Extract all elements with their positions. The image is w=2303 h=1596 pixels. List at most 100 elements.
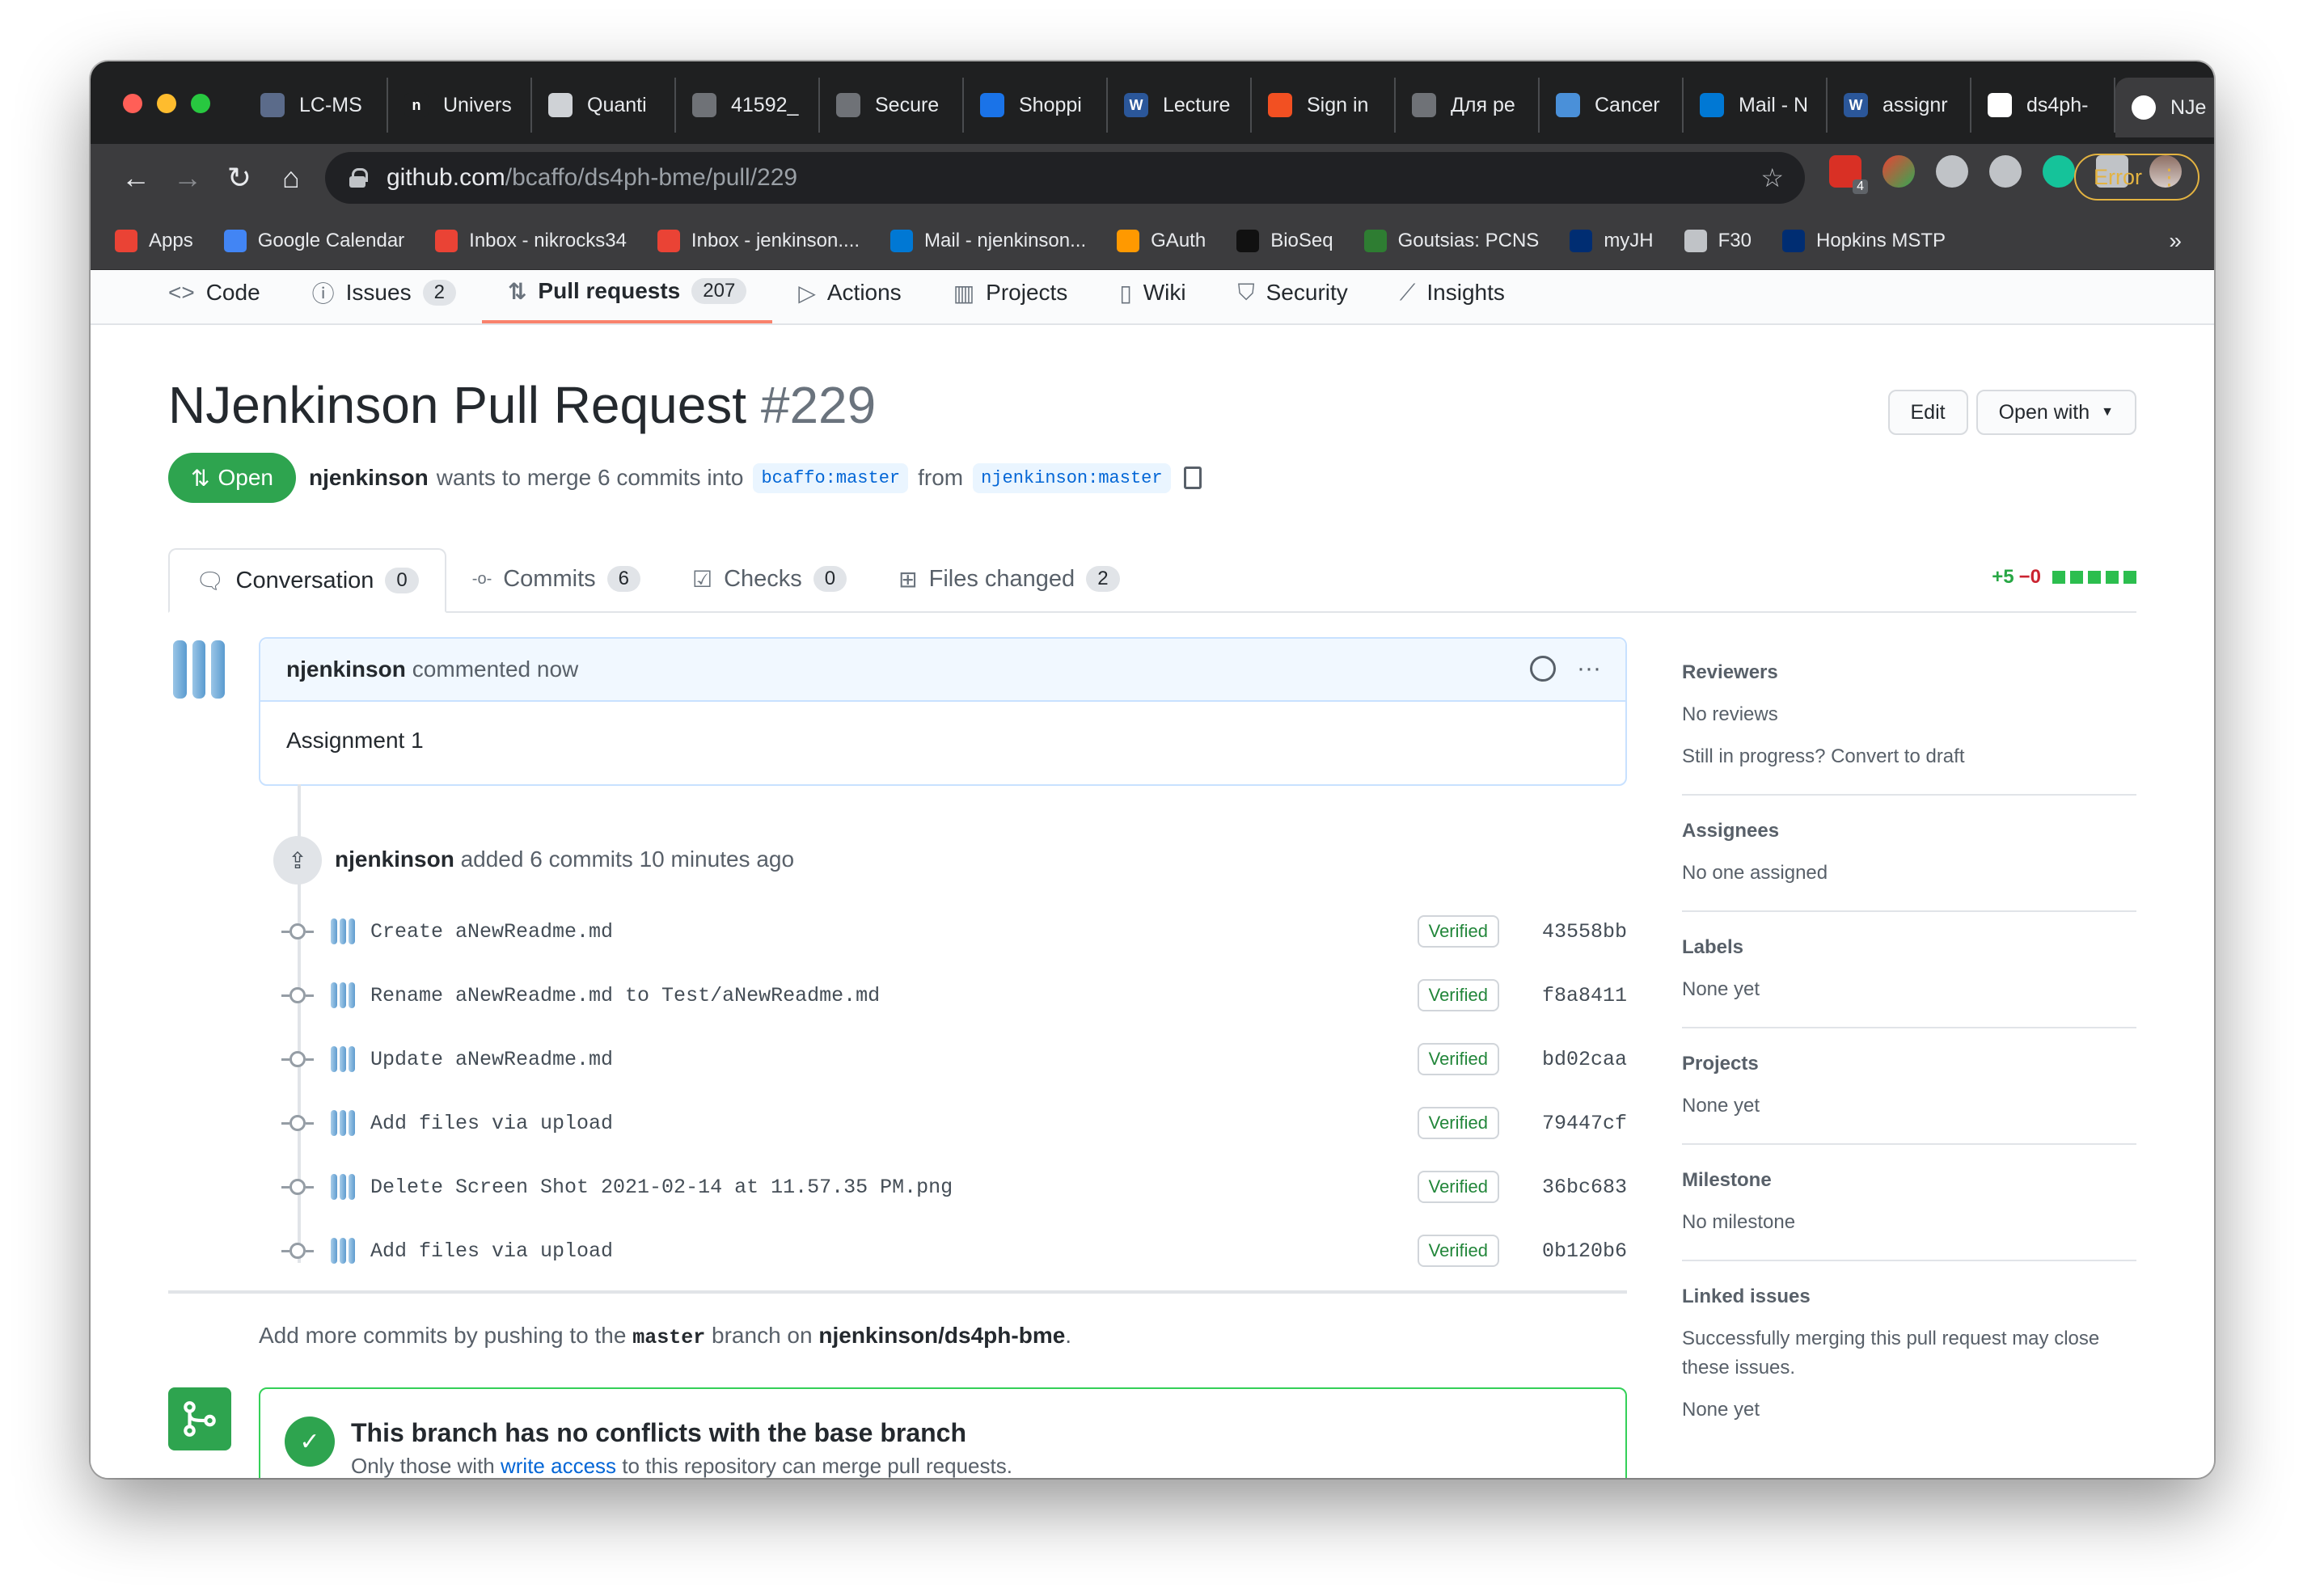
browser-tab[interactable]: W Lecture [1108,78,1252,133]
browser-tab[interactable]: Wassignr [1828,78,1971,133]
comment-author-avatar[interactable] [168,639,230,700]
tab-files-changed[interactable]: ⊞ Files changed 2 [873,547,1145,611]
error-button[interactable]: Error ⋮ [2074,154,2199,201]
lock-icon[interactable] [349,168,368,188]
bookmark-item[interactable]: GAuth [1117,229,1206,252]
grammarly-icon[interactable] [2043,155,2075,188]
bookmark-star-icon[interactable]: ☆ [1760,163,1784,193]
commit-sha-link[interactable]: f8a8411 [1542,984,1627,1007]
home-icon[interactable]: ⌂ [265,161,317,195]
head-branch[interactable]: njenkinson:master [973,462,1171,493]
verified-badge[interactable]: Verified [1417,1171,1499,1203]
browser-tab[interactable]: LC-MS [244,78,388,133]
bookmark-item[interactable]: Mail - njenkinson... [890,229,1086,252]
bookmark-item[interactable]: Inbox - nikrocks34 [435,229,627,252]
browser-tab[interactable]: Quanti [532,78,676,133]
minimize-window-button[interactable] [157,94,176,113]
tab-conversation[interactable]: 🗨 Conversation 0 [168,548,446,613]
add-reaction-icon[interactable] [1530,656,1557,682]
verified-badge[interactable]: Verified [1417,1235,1499,1267]
base-branch[interactable]: bcaffo:master [753,462,909,493]
repo-nav-projects[interactable]: ▥ Projects [928,270,1094,323]
bookmark-item[interactable]: Inbox - jenkinson.... [657,229,860,252]
comment-author-link[interactable]: njenkinson [286,657,406,682]
verified-badge[interactable]: Verified [1417,1107,1499,1139]
commit-sha-link[interactable]: 43558bb [1542,920,1627,944]
bookmark-item[interactable]: Goutsias: PCNS [1363,229,1539,252]
labels-section[interactable]: Labels None yet [1682,912,2136,1028]
commit-message-link[interactable]: Update aNewReadme.md [370,1048,613,1071]
reviewers-section[interactable]: Reviewers No reviews Still in progress? … [1682,637,2136,796]
linked-issues-section[interactable]: Linked issues Successfully merging this … [1682,1261,2136,1447]
repo-nav-insights[interactable]: ⟋ Insights [1374,270,1531,323]
forward-icon[interactable]: → [162,161,213,195]
repo-nav-issues[interactable]: ⓘ Issues 2 [286,270,482,323]
browser-tab[interactable]: ds4ph- [1971,78,2115,133]
tab-commits[interactable]: -o- Commits 6 [446,547,666,611]
bookmark-item[interactable]: Google Calendar [223,229,404,252]
rainbow-extension-icon[interactable] [1883,155,1915,188]
browser-tab[interactable]: 41592_ [676,78,820,133]
browser-tab[interactable]: Cancer [1540,78,1684,133]
linked-issues-heading[interactable]: Linked issues [1682,1286,2136,1308]
assignees-heading[interactable]: Assignees [1682,820,2136,842]
bookmark-item[interactable]: BioSeq [1236,229,1333,252]
bookmark-item[interactable]: F30 [1684,229,1752,252]
commit-sha-link[interactable]: bd02caa [1542,1048,1627,1071]
add-more-repo-link[interactable]: njenkinson/ds4ph-bme [818,1323,1065,1348]
tab-checks[interactable]: ☑ Checks 0 [666,547,873,611]
convert-to-draft-link[interactable]: Still in progress? Convert to draft [1682,742,2136,771]
milestone-section[interactable]: Milestone No milestone [1682,1145,2136,1261]
browser-tab[interactable]: Для ре [1396,78,1540,133]
commit-author-avatar[interactable] [328,1108,357,1138]
repo-nav-wiki[interactable]: ▯ Wiki [1093,270,1211,323]
reviewers-heading[interactable]: Reviewers [1682,661,2136,684]
commit-message-link[interactable]: Create aNewReadme.md [370,920,613,944]
more-options-icon[interactable]: ··· [1577,655,1601,682]
close-window-button[interactable] [123,94,142,113]
repo-nav-code[interactable]: <> Code [168,270,286,323]
open-with-button[interactable]: Open with ▼ [1976,390,2136,435]
milestone-heading[interactable]: Milestone [1682,1169,2136,1192]
repo-nav-actions[interactable]: ▷ Actions [772,270,927,323]
bookmark-item[interactable]: Hopkins MSTP [1782,229,1946,252]
browser-tab[interactable]: Secure [820,78,964,133]
commit-message-link[interactable]: Delete Screen Shot 2021-02-14 at 11.57.3… [370,1176,953,1199]
commit-sha-link[interactable]: 0b120b6 [1542,1239,1627,1263]
repo-nav-security[interactable]: ⛉ Security [1212,270,1374,323]
write-access-link[interactable]: write access [501,1454,616,1478]
browser-tab[interactable]: n Univers [388,78,532,133]
reload-icon[interactable]: ↻ [213,161,265,195]
address-bar[interactable]: github.com/bcaffo/ds4ph-bme/pull/229 ☆ [325,152,1805,204]
browser-tab[interactable]: Shoppi [964,78,1108,133]
fullscreen-window-button[interactable] [191,94,210,113]
edit-button[interactable]: Edit [1887,390,1968,435]
commit-author-avatar[interactable] [328,1172,357,1201]
verified-badge[interactable]: Verified [1417,979,1499,1011]
commit-author-avatar[interactable] [328,1045,357,1074]
pr-author-link[interactable]: njenkinson [309,465,429,491]
bookmark-item[interactable]: myJH [1570,229,1654,252]
commit-sha-link[interactable]: 36bc683 [1542,1176,1627,1199]
incognito-extension-icon[interactable] [1936,155,1968,188]
labels-heading[interactable]: Labels [1682,936,2136,959]
verified-badge[interactable]: Verified [1417,915,1499,948]
google-extension-icon[interactable] [1989,155,2022,188]
commit-author-avatar[interactable] [328,1236,357,1265]
back-icon[interactable]: ← [110,161,162,195]
projects-heading[interactable]: Projects [1682,1053,2136,1075]
projects-section[interactable]: Projects None yet [1682,1028,2136,1145]
commit-message-link[interactable]: Add files via upload [370,1112,613,1135]
push-author-link[interactable]: njenkinson [335,847,454,872]
verified-badge[interactable]: Verified [1417,1043,1499,1075]
browser-tab[interactable]: Mail - N [1684,78,1828,133]
commit-author-avatar[interactable] [328,981,357,1010]
bookmark-item[interactable]: Apps [115,229,193,252]
commit-sha-link[interactable]: 79447cf [1542,1112,1627,1135]
commit-message-link[interactable]: Rename aNewReadme.md to Test/aNewReadme.… [370,984,880,1007]
copy-clipboard-icon[interactable] [1183,467,1202,489]
bookmarks-overflow-icon[interactable]: » [2169,228,2182,254]
repo-nav-pull-requests[interactable]: ⇅ Pull requests 207 [481,270,773,323]
adblock-extension-icon[interactable]: 4 [1829,155,1868,194]
commit-author-avatar[interactable] [328,917,357,946]
